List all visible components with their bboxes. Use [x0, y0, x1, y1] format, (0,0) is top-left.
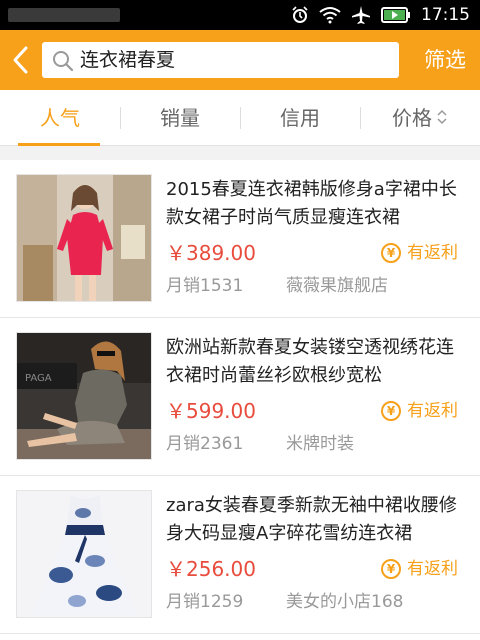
search-header: 连衣裙春夏 筛选	[0, 30, 480, 90]
rebate-badge: ¥ 有返利	[381, 399, 458, 423]
notification-area	[8, 8, 120, 22]
list-item[interactable]: 2015春夏连衣裙韩版修身a字裙中长款女裙子时尚气质显瘦连衣裙 ￥389.00 …	[0, 160, 480, 318]
shop-name: 美女的小店168	[286, 592, 404, 612]
sort-arrows-icon	[436, 90, 448, 146]
filter-button[interactable]: 筛选	[424, 30, 466, 90]
search-input[interactable]: 连衣裙春夏	[42, 42, 399, 78]
tab-label: 人气	[40, 106, 80, 130]
status-bar: 17:15	[0, 0, 480, 30]
monthly-sales: 月销2361	[166, 434, 244, 454]
rebate-label: 有返利	[407, 559, 458, 579]
tab-label: 价格	[392, 106, 432, 130]
shop-name: 薇薇果旗舰店	[286, 276, 388, 296]
tab-price[interactable]: 价格	[360, 90, 480, 146]
yen-coin-icon: ¥	[381, 559, 401, 579]
airplane-icon	[351, 5, 371, 25]
search-icon	[52, 50, 74, 76]
rebate-label: 有返利	[407, 243, 458, 263]
product-title: zara女装春夏季新款无袖中裙收腰修身大码显瘦A字碎花雪纺连衣裙	[166, 495, 457, 544]
list-item[interactable]: PAGA 欧洲站新款春夏女装镂空透视绣花连衣裙时尚蕾丝衫欧根纱宽松 ￥599.0…	[0, 318, 480, 476]
product-price: ￥389.00	[166, 241, 256, 265]
alarm-icon	[291, 6, 309, 24]
clock-time: 17:15	[421, 5, 470, 25]
tab-popularity[interactable]: 人气	[0, 90, 120, 146]
monthly-sales: 月销1259	[166, 592, 244, 612]
wifi-icon	[319, 6, 341, 24]
product-price: ￥256.00	[166, 557, 256, 581]
shop-name: 米牌时装	[286, 434, 354, 454]
product-image	[16, 174, 152, 302]
tab-label: 销量	[160, 106, 200, 130]
list-item[interactable]: zara女装春夏季新款无袖中裙收腰修身大码显瘦A字碎花雪纺连衣裙 ￥256.00…	[0, 476, 480, 634]
yen-coin-icon: ¥	[381, 401, 401, 421]
svg-text:PAGA: PAGA	[25, 373, 52, 384]
rebate-label: 有返利	[407, 401, 458, 421]
chevron-left-icon	[13, 46, 28, 74]
rebate-badge: ¥ 有返利	[381, 557, 458, 581]
tab-credit[interactable]: 信用	[240, 90, 360, 146]
sort-tabs: 人气 销量 信用 价格	[0, 90, 480, 146]
search-query-text: 连衣裙春夏	[80, 49, 176, 71]
product-title: 2015春夏连衣裙韩版修身a字裙中长款女裙子时尚气质显瘦连衣裙	[166, 179, 457, 228]
product-image	[16, 490, 152, 618]
product-price: ￥599.00	[166, 399, 256, 423]
monthly-sales: 月销1531	[166, 276, 244, 296]
back-button[interactable]	[8, 44, 34, 76]
product-title: 欧洲站新款春夏女装镂空透视绣花连衣裙时尚蕾丝衫欧根纱宽松	[166, 337, 454, 386]
section-gap	[0, 146, 480, 160]
battery-icon	[381, 7, 411, 23]
product-image: PAGA	[16, 332, 152, 460]
yen-coin-icon: ¥	[381, 243, 401, 263]
tab-label: 信用	[280, 106, 320, 130]
tab-sales[interactable]: 销量	[120, 90, 240, 146]
rebate-badge: ¥ 有返利	[381, 241, 458, 265]
